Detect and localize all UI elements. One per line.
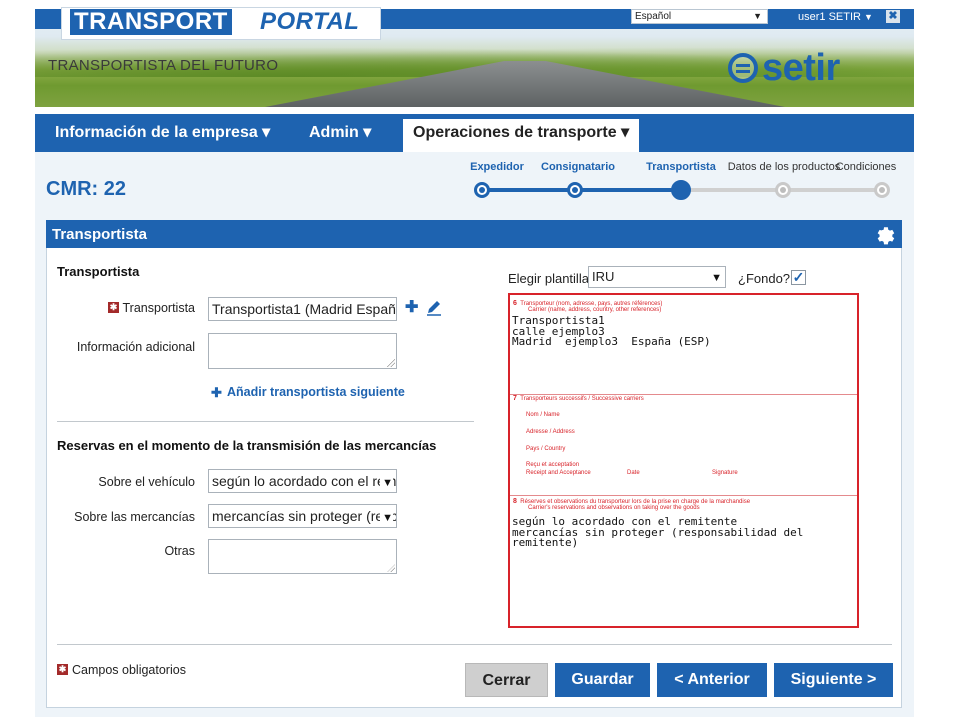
tagline: TRANSPORTISTA DEL FUTURO [48,57,279,74]
step-dot-consignatario[interactable] [567,182,583,198]
goods-label: Sobre las mercancías [74,510,195,524]
main-nav: Información de la empresa ▾ Admin ▾ Oper… [35,114,914,152]
goods-select-value: mercancías sin proteger (responsabilidad… [212,508,396,524]
logo-portal: PORTAL [260,8,360,35]
add-carrier-icon[interactable]: ✚ [405,300,418,316]
chevron-down-icon: ▼ [380,473,393,492]
background-label: ¿Fondo? [738,271,791,286]
cmr-carrier-text: Transportista1 calle ejemplo3 Madrid eje… [512,314,711,348]
required-icon: ✱ [57,664,68,675]
plus-icon[interactable]: ✚ [211,385,222,401]
required-fields-note: Campos obligatorios [72,663,186,677]
other-label: Otras [164,544,195,558]
next-button[interactable]: Siguiente > [774,663,893,697]
chevron-down-icon: ▼ [711,272,722,284]
logo-transport: TRANSPORT [70,9,232,35]
section-carrier-title: Transportista [57,264,140,279]
language-value: Español [635,11,672,22]
chevron-down-icon: ▼ [864,12,873,22]
setir-logo: setir [728,46,840,89]
cmr-section-7-header: 7 Transporteurs successifs / Successive … [513,395,644,402]
goods-select[interactable]: mercancías sin proteger (responsabilidad… [208,504,397,528]
step-label-consignatario[interactable]: Consignatario [541,161,615,173]
cmr-name-label: Nom / Name [526,412,560,418]
background-checkbox[interactable]: ✓ [791,270,806,285]
cmr-section-6-subheader: Carrier (name, address, country, other r… [528,307,662,313]
cmr-country-label: Pays / Country [526,446,566,452]
user-name: user1 SETIR [798,11,861,23]
cmr-address-label: Adresse / Address [526,429,575,435]
cmr-reservations-text: según lo acordado con el remitente merca… [512,515,804,549]
template-label: Elegir plantilla [508,271,589,286]
vehicle-select[interactable]: según lo acordado con el remitente ▼ [208,469,397,493]
language-select[interactable]: Español ▼ [631,9,768,24]
user-menu[interactable]: user1 SETIR ▼ [798,10,873,24]
vehicle-label: Sobre el vehículo [98,475,195,489]
other-textarea[interactable] [208,539,397,574]
step-label-expedidor[interactable]: Expedidor [470,161,524,173]
additional-info-textarea[interactable] [208,333,397,369]
template-select[interactable]: IRU ▼ [588,266,726,288]
additional-info-label: Información adicional [76,340,195,354]
step-dot-expedidor[interactable] [474,182,490,198]
cmr-date-label: Date [627,470,640,476]
step-label-condiciones[interactable]: Condiciones [836,161,897,173]
carrier-label: Transportista [122,301,195,315]
divider [57,421,474,422]
close-button[interactable]: Cerrar [465,663,548,697]
cmr-document-preview: 6 Transporteur (nom, adresse, pays, autr… [508,293,859,628]
step-label-transportista[interactable]: Transportista [646,161,716,173]
previous-button[interactable]: < Anterior [657,663,767,697]
setir-logo-text: setir [762,46,840,89]
template-select-value: IRU [592,269,615,284]
panel-header [46,220,902,248]
chevron-down-icon: ▼ [380,508,393,527]
page-title: CMR: 22 [46,178,127,200]
step-dot-datos-productos[interactable] [775,182,791,198]
cmr-signature-label: Signature [712,470,738,476]
carrier-input[interactable]: Transportista1 (Madrid España) [208,297,397,321]
step-label-datos-productos[interactable]: Datos de los productos [728,161,841,173]
step-dot-transportista[interactable] [671,180,691,200]
nav-item-transport-operations[interactable]: Operaciones de transporte ▾ [403,119,639,152]
setir-logo-icon [728,53,758,83]
chevron-down-icon: ▼ [753,11,762,21]
step-dot-condiciones[interactable] [874,182,890,198]
add-next-carrier-link[interactable]: Añadir transportista siguiente [227,385,405,399]
vehicle-select-value: según lo acordado con el remitente [212,473,396,489]
nav-item-company-info[interactable]: Información de la empresa ▾ [55,114,270,152]
nav-item-admin[interactable]: Admin ▾ [309,114,371,152]
cmr-received-label: Reçu et acceptation [526,462,580,468]
close-icon[interactable]: ✖ [886,10,900,23]
footer-divider [57,644,892,645]
section-reservations-title: Reservas en el momento de la transmisión… [57,438,437,453]
gear-icon[interactable] [874,224,896,246]
panel-title: Transportista [52,226,148,243]
cmr-section-8-subheader: Carrier's reservations and observations … [528,505,700,511]
edit-pencil-icon[interactable] [425,299,443,317]
cmr-receipt-label: Receipt and Acceptance [526,470,591,476]
save-button[interactable]: Guardar [555,663,650,697]
